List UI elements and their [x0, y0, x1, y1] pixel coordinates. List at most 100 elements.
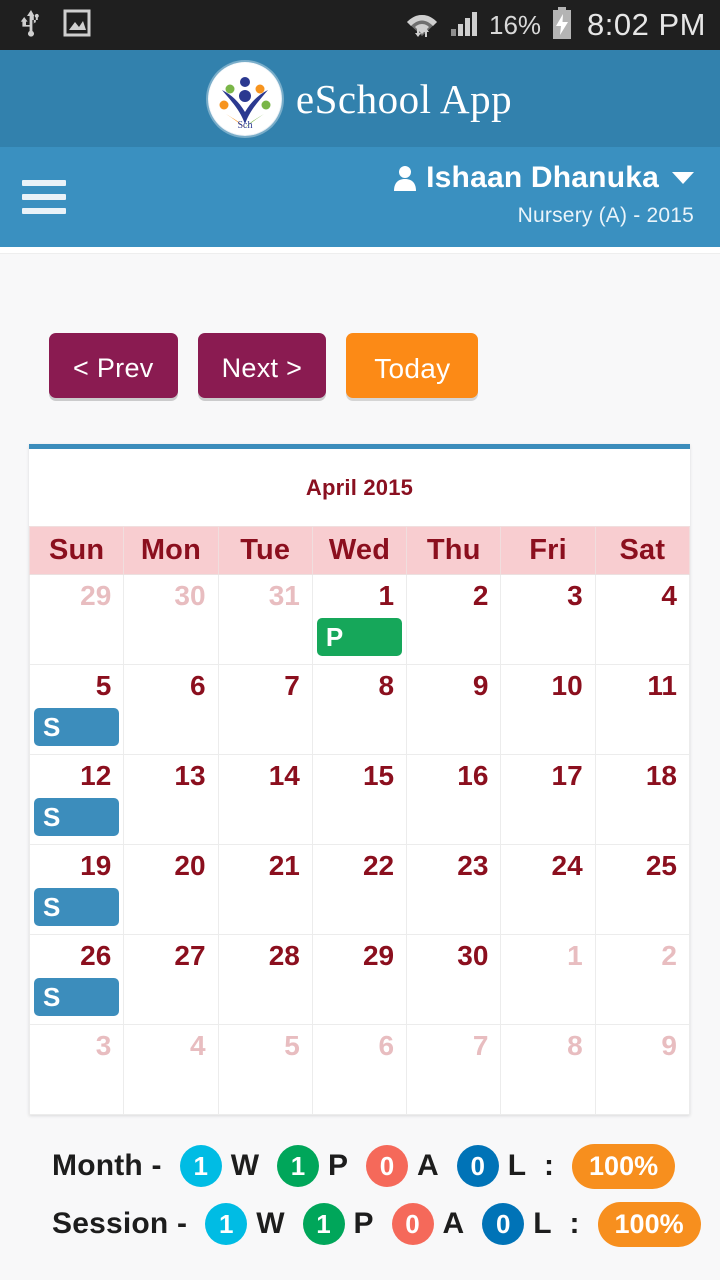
calendar-day-cell[interactable]: 28 — [217, 934, 313, 1025]
calendar-day-number: 12 — [80, 760, 112, 791]
calendar-day-cell[interactable]: 2 — [406, 574, 502, 665]
calendar-day-cell[interactable]: 15 — [311, 754, 408, 845]
hamburger-line-2 — [22, 194, 66, 200]
calendar-day-cell[interactable]: 30 — [123, 574, 219, 665]
calendar-day-cell[interactable]: 1 — [500, 934, 596, 1025]
calendar-day-cell[interactable]: 7 — [406, 1024, 502, 1115]
sunday-event-badge[interactable]: S — [34, 798, 120, 836]
calendar-day-cell[interactable]: 31 — [217, 574, 313, 665]
today-button[interactable]: Today — [346, 333, 479, 398]
calendar-day-cell[interactable]: 5 — [217, 1024, 313, 1115]
present-event-badge[interactable]: P — [316, 618, 403, 656]
calendar-day-number: 29 — [80, 580, 112, 611]
calendar-day-cell[interactable]: 9 — [406, 664, 502, 755]
app-brand-header: Sch eSchool App — [0, 50, 720, 147]
summary-row-label: Month - — [52, 1149, 162, 1182]
calendar-day-cell[interactable]: 17 — [500, 754, 596, 845]
summary-count-w: 1 — [205, 1203, 248, 1245]
calendar-day-cell[interactable]: 9 — [594, 1024, 691, 1115]
user-menu[interactable]: Ishaan Dhanuka Nursery (A) - 2015 — [393, 161, 694, 228]
calendar-day-cell[interactable]: 26 S — [28, 934, 125, 1025]
sunday-event-badge[interactable]: S — [34, 888, 120, 926]
summary-separator: : — [544, 1149, 555, 1182]
wifi-icon — [405, 8, 439, 43]
calendar-day-cell[interactable]: 29 — [28, 574, 125, 665]
calendar-day-cell[interactable]: 16 — [406, 754, 502, 845]
calendar-day-number: 18 — [645, 760, 677, 791]
calendar-panel: April 2015 Sun Mon Tue Wed Thu Fri Sat 29 30 31 1… — [28, 444, 691, 1115]
calendar-day-cell[interactable]: 12 S — [28, 754, 125, 845]
calendar-day-cell[interactable]: 20 — [123, 844, 219, 935]
calendar-day-number: 2 — [472, 580, 489, 611]
calendar-week-row: 5 S 6 7 8 9 10 11 — [28, 664, 691, 755]
calendar-day-number: 14 — [268, 760, 300, 791]
calendar-day-cell[interactable]: 22 — [311, 844, 408, 935]
calendar-day-number: 30 — [457, 940, 489, 971]
calendar-weekday-tue: Tue — [217, 526, 313, 575]
sunday-event-badge[interactable]: S — [34, 708, 120, 746]
calendar-day-cell[interactable]: 8 — [311, 664, 408, 755]
page-content: < Prev Next > Today April 2015 Sun Mon Tue… — [0, 247, 720, 1280]
calendar-week-row: 29 30 31 1 P 2 3 4 — [28, 574, 691, 665]
calendar-day-number: 16 — [457, 760, 489, 791]
next-button[interactable]: Next > — [197, 333, 327, 398]
calendar-day-cell[interactable]: 24 — [500, 844, 596, 935]
calendar-day-number: 15 — [362, 760, 395, 791]
calendar-day-cell[interactable]: 13 — [123, 754, 219, 845]
summary-count-w: 1 — [179, 1145, 222, 1187]
calendar-day-cell[interactable]: 1P — [311, 574, 408, 665]
attendance-summary: Month -1 W 1 P 0 A 0 L:100% Session -1 W 1 P 0 A 0 L:10… — [0, 1115, 720, 1253]
calendar-table: Sun Mon Tue Wed Thu Fri Sat 29 30 31 1 P 2 3 4 5 S 6 7 8 9 1… — [28, 526, 691, 1115]
calendar-day-number: 6 — [378, 1030, 395, 1061]
app-title: eSchool App — [295, 75, 513, 122]
calendar-day-cell[interactable]: 2 — [594, 934, 691, 1025]
summary-count-a: 0 — [391, 1203, 434, 1245]
calendar-day-cell[interactable]: 6 — [311, 1024, 408, 1115]
calendar-day-number: 29 — [362, 940, 395, 971]
calendar-day-cell[interactable]: 14 — [217, 754, 313, 845]
calendar-weekday-mon: Mon — [123, 526, 219, 575]
calendar-day-cell[interactable]: 29 — [311, 934, 408, 1025]
calendar-day-cell[interactable]: 30 — [406, 934, 502, 1025]
calendar-day-cell[interactable]: 5S — [28, 664, 125, 755]
calendar-weekday-thu: Thu — [406, 526, 502, 575]
calendar-day-cell[interactable]: 8 — [500, 1024, 596, 1115]
calendar-day-number: 22 — [362, 850, 395, 881]
hamburger-menu-icon[interactable] — [22, 180, 66, 214]
calendar-day-cell[interactable]: 4 — [123, 1024, 219, 1115]
status-bar-clock: 8:02 PM — [587, 7, 706, 42]
calendar-week-row: 12 S 13 14 15 16 17 18 — [28, 754, 691, 845]
calendar-day-number: 26 — [80, 940, 112, 971]
summary-row: Month -1 W 1 P 0 A 0 L:100% — [52, 1137, 720, 1195]
user-name-row[interactable]: Ishaan Dhanuka — [393, 161, 694, 195]
hamburger-line-3 — [22, 208, 66, 214]
calendar-day-cell[interactable]: 3 — [500, 574, 596, 665]
content-top-strip — [0, 247, 720, 254]
user-name-label: Ishaan Dhanuka — [426, 161, 659, 194]
calendar-day-cell[interactable]: 10 — [500, 664, 596, 755]
calendar-day-number: 8 — [567, 1030, 583, 1061]
calendar-day-cell[interactable]: 23 — [406, 844, 502, 935]
hamburger-line-1 — [22, 180, 66, 186]
user-header-bar: Ishaan Dhanuka Nursery (A) - 2015 — [0, 147, 720, 247]
chevron-down-icon[interactable] — [672, 172, 694, 184]
calendar-day-number: 10 — [551, 670, 583, 701]
calendar-day-cell[interactable]: 21 — [217, 844, 313, 935]
calendar-week-row: 3 4 5 6 7 8 9 — [28, 1024, 691, 1115]
sunday-event-badge[interactable]: S — [34, 978, 120, 1016]
calendar-day-cell[interactable]: 7 — [217, 664, 313, 755]
calendar-day-cell[interactable]: 27 — [123, 934, 219, 1025]
summary-count-p: 1 — [302, 1203, 345, 1245]
calendar-day-cell[interactable]: 18 — [594, 754, 691, 845]
prev-button[interactable]: < Prev — [49, 333, 178, 398]
summary-code-a: A — [442, 1207, 465, 1240]
status-bar-right-icons: 16% 8:02 PM — [405, 6, 706, 44]
calendar-day-cell[interactable]: 25 — [594, 844, 691, 935]
calendar-day-cell[interactable]: 6 — [123, 664, 219, 755]
calendar-day-cell[interactable]: 4 — [594, 574, 691, 665]
calendar-day-cell[interactable]: 3 — [28, 1024, 125, 1115]
calendar-day-cell[interactable]: 11 — [594, 664, 691, 755]
battery-charging-icon — [551, 6, 573, 44]
calendar-day-cell[interactable]: 19 S — [28, 844, 125, 935]
summary-separator: : — [569, 1207, 580, 1240]
